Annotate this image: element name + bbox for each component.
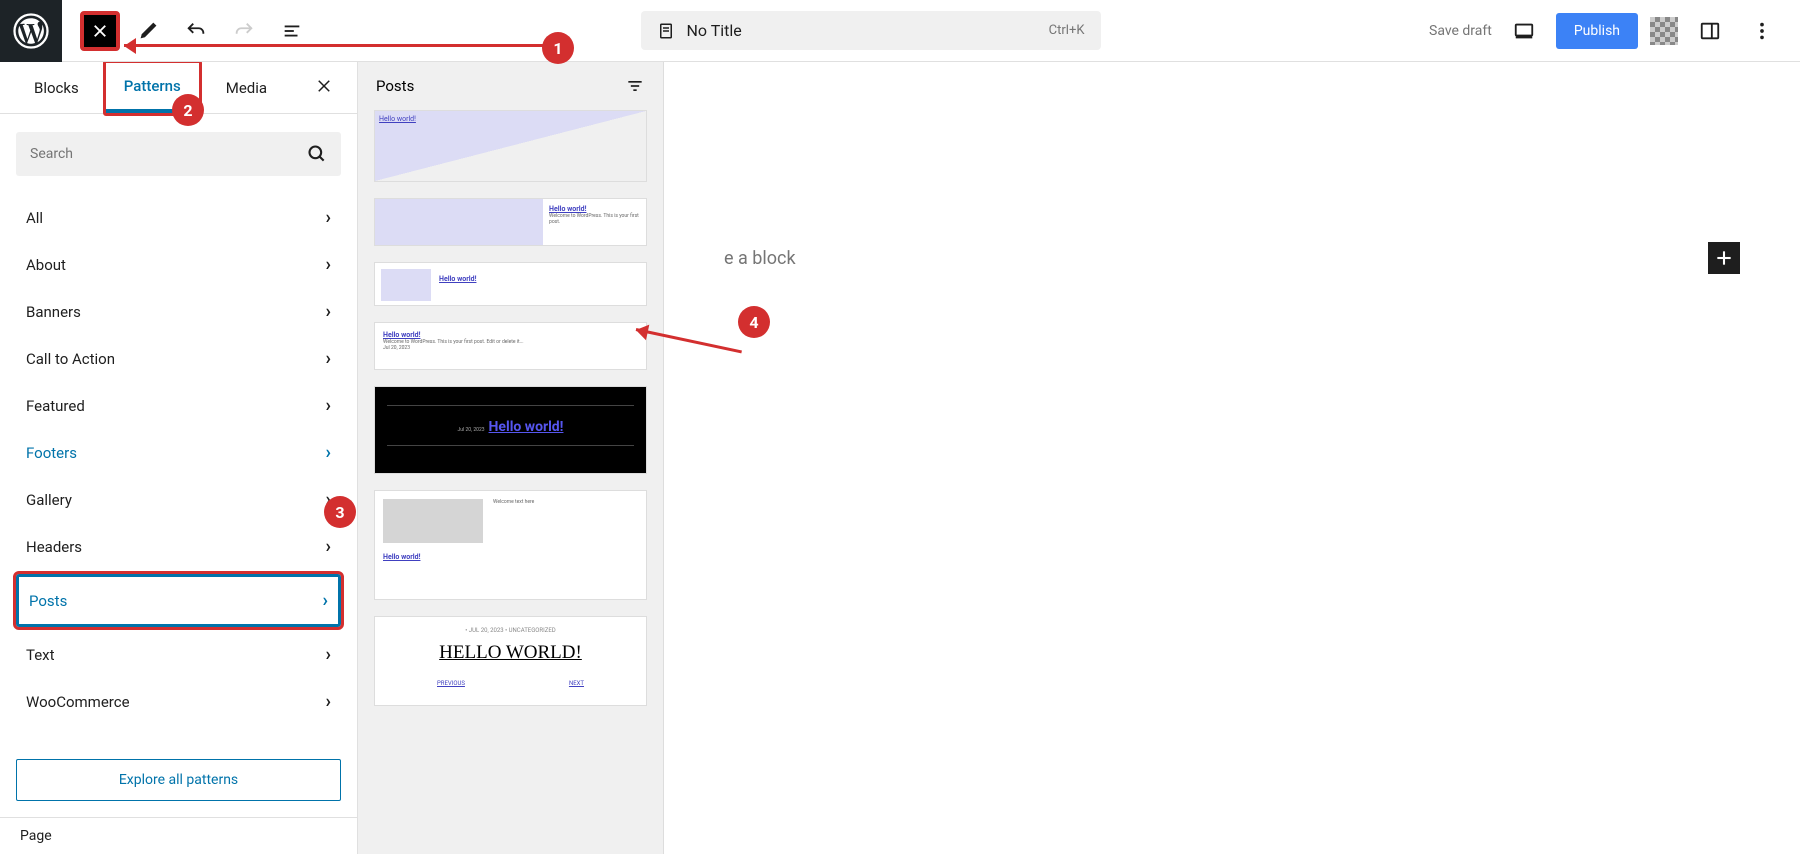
category-label: Headers [26, 538, 82, 556]
block-placeholder[interactable]: e a block [724, 248, 796, 269]
annotation-badge: 4 [738, 306, 770, 338]
prev-link: PREVIOUS [437, 680, 465, 687]
filter-icon[interactable] [625, 76, 645, 96]
title-shortcut: Ctrl+K [1049, 23, 1085, 38]
pattern-title-link: Hello world! [383, 331, 638, 339]
desktop-icon [1513, 20, 1535, 42]
category-item-footers[interactable]: Footers › [16, 429, 341, 476]
tab-media[interactable]: Media [208, 65, 285, 111]
category-item-call-to-action[interactable]: Call to Action › [16, 335, 341, 382]
category-label: Posts [29, 592, 67, 610]
chevron-right-icon: › [326, 207, 331, 228]
category-label: Call to Action [26, 350, 115, 368]
plus-icon [1714, 248, 1734, 268]
annotation-arrow [124, 44, 544, 47]
pattern-preview[interactable]: Jul 20, 2023 Hello world! [374, 386, 647, 474]
pattern-title-link: Hello world! [383, 553, 638, 561]
pattern-title-link: HELLO WORLD! [385, 634, 636, 672]
pattern-meta: • JUL 20, 2023 • UNCATEGORIZED [385, 627, 636, 634]
search-icon [307, 144, 327, 164]
editor-canvas[interactable]: e a block [664, 62, 1800, 854]
chevron-right-icon: › [326, 395, 331, 416]
inserter-panel: Blocks Patterns Media All›About›Banners›… [0, 62, 358, 854]
top-toolbar: No Title Ctrl+K Save draft Publish [0, 0, 1800, 62]
category-item-featured[interactable]: Featured › [16, 382, 341, 429]
add-block-button[interactable] [1708, 242, 1740, 274]
close-inserter-button[interactable] [307, 69, 341, 107]
category-item-woocommerce[interactable]: WooCommerce › [16, 678, 341, 725]
patterns-panel-title: Posts [376, 77, 414, 95]
explore-patterns-button[interactable]: Explore all patterns [16, 759, 341, 801]
category-item-about[interactable]: About › [16, 241, 341, 288]
pattern-title-link: Hello world! [489, 419, 564, 435]
pattern-preview[interactable]: Welcome text here Hello world! [374, 490, 647, 600]
toggle-inserter-button[interactable] [80, 11, 120, 51]
title-text: No Title [687, 21, 742, 40]
tab-blocks[interactable]: Blocks [16, 65, 97, 111]
category-item-gallery[interactable]: Gallery› [16, 476, 341, 523]
pattern-preview[interactable]: Hello world! Welcome to WordPress. This … [374, 322, 647, 370]
category-item-all[interactable]: All › [16, 194, 341, 241]
chevron-right-icon: › [326, 536, 331, 557]
close-icon [91, 22, 109, 40]
category-item-posts[interactable]: Posts › [16, 574, 341, 627]
publish-button[interactable]: Publish [1556, 13, 1638, 49]
category-label: Featured [26, 397, 85, 415]
pattern-preview[interactable]: • JUL 20, 2023 • UNCATEGORIZED HELLO WOR… [374, 616, 647, 706]
search-box[interactable] [16, 132, 341, 176]
chevron-right-icon: › [326, 301, 331, 322]
patterns-preview-panel: Posts Hello world! Hello world! Welcome … [358, 62, 664, 854]
category-item-headers[interactable]: Headers › [16, 523, 341, 570]
chevron-right-icon: › [326, 442, 331, 463]
chevron-right-icon: › [326, 348, 331, 369]
breadcrumb-footer: Page [0, 817, 357, 854]
pencil-icon [137, 20, 159, 42]
close-icon [315, 77, 333, 95]
pattern-preview[interactable]: Hello world! Welcome to WordPress. This … [374, 198, 647, 246]
chevron-right-icon: › [326, 691, 331, 712]
chevron-right-icon: › [323, 590, 328, 611]
list-icon [281, 20, 303, 42]
category-item-banners[interactable]: Banners › [16, 288, 341, 335]
category-label: All [26, 209, 43, 227]
jetpack-icon[interactable] [1650, 17, 1678, 45]
wordpress-logo[interactable] [0, 0, 62, 62]
next-link: NEXT [569, 680, 584, 687]
annotation-badge: 2 [172, 94, 204, 126]
category-item-text[interactable]: Text › [16, 631, 341, 678]
save-draft-button[interactable]: Save draft [1429, 23, 1492, 39]
category-label: Banners [26, 303, 81, 321]
pattern-title-link: Hello world! [549, 205, 640, 213]
pattern-title-link: Hello world! [439, 275, 476, 283]
document-title[interactable]: No Title Ctrl+K [641, 11, 1101, 50]
chevron-right-icon: › [326, 644, 331, 665]
page-icon [657, 22, 675, 40]
undo-icon [185, 20, 207, 42]
pattern-category-list: All›About›Banners›Call to Action›Feature… [0, 194, 357, 743]
settings-sidebar-button[interactable] [1690, 11, 1730, 51]
options-button[interactable] [1742, 11, 1782, 51]
category-label: WooCommerce [26, 693, 130, 711]
kebab-icon [1751, 20, 1773, 42]
pattern-preview[interactable]: Hello world! [374, 110, 647, 182]
search-input[interactable] [30, 146, 307, 162]
pattern-preview[interactable]: Hello world! [374, 262, 647, 306]
redo-icon [233, 20, 255, 42]
annotation-badge: 1 [542, 32, 574, 64]
chevron-right-icon: › [326, 254, 331, 275]
annotation-badge: 3 [324, 496, 356, 528]
pattern-title-link: Hello world! [379, 115, 642, 123]
category-label: About [26, 256, 66, 274]
category-label: Gallery [26, 491, 72, 509]
category-label: Text [26, 646, 55, 664]
sidebar-icon [1699, 20, 1721, 42]
preview-button[interactable] [1504, 11, 1544, 51]
category-label: Footers [26, 444, 77, 462]
